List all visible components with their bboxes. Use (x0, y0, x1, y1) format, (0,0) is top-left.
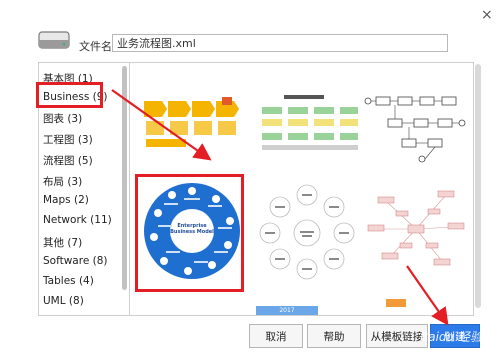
category-maps[interactable]: Maps (2) (43, 194, 89, 206)
close-icon[interactable]: × (481, 8, 493, 22)
category-uml[interactable]: UML (8) (43, 295, 84, 307)
category-engineering[interactable]: 工程图 (3) (43, 132, 93, 147)
new-diagram-dialog: × 文件名: 基本图 (1) Business (9) 图表 (3) 工程图 (… (0, 0, 500, 359)
file-name-label: 文件名: (79, 40, 116, 53)
category-basic[interactable]: 基本图 (1) (43, 71, 93, 86)
drive-icon (38, 31, 70, 49)
category-other[interactable]: 其他 (7) (43, 235, 82, 250)
help-button[interactable]: 帮助 (307, 324, 361, 348)
template-thumb-stages-cycle[interactable] (254, 181, 360, 281)
template-thumb-table-diagram[interactable] (254, 93, 364, 159)
from-template-link-button[interactable]: 从模板链接 (366, 324, 428, 348)
category-flowchart[interactable]: 流程图 (5) (43, 153, 93, 168)
file-name-input[interactable] (112, 34, 448, 52)
create-button[interactable]: 创建 (430, 324, 480, 348)
category-charts[interactable]: 图表 (3) (43, 111, 82, 126)
template-thumb-timeline[interactable]: 2017 (256, 306, 318, 315)
enterprise-model-center-text: Enterprise Business Model (170, 223, 214, 235)
template-preview-area: Enterprise Business Model 2017 (129, 62, 474, 316)
cancel-button[interactable]: 取消 (249, 324, 303, 348)
template-thumb-bpmn-flow[interactable] (362, 83, 470, 169)
category-layout[interactable]: 布局 (3) (43, 174, 82, 189)
category-network[interactable]: Network (11) (43, 214, 112, 226)
category-scrollbar[interactable] (122, 66, 127, 290)
category-tables[interactable]: Tables (4) (43, 275, 94, 287)
template-thumb-process-arrows[interactable] (140, 93, 252, 155)
template-thumb-partial[interactable] (386, 299, 406, 307)
category-business[interactable]: Business (9) (43, 91, 108, 103)
template-thumb-mind-map[interactable] (366, 181, 470, 277)
preview-scrollbar[interactable] (475, 64, 481, 308)
category-list: 基本图 (1) Business (9) 图表 (3) 工程图 (3) 流程图 … (38, 62, 132, 316)
category-software[interactable]: Software (8) (43, 255, 108, 267)
